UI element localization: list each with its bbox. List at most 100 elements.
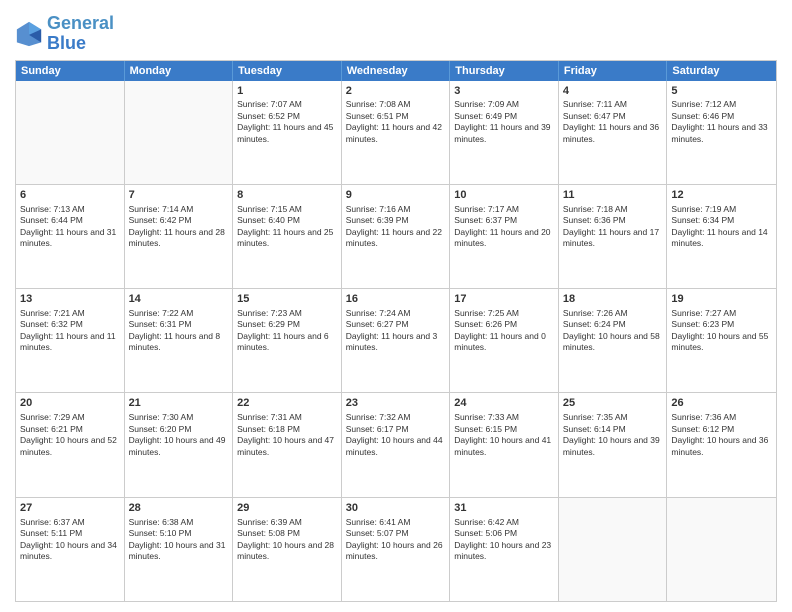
cell-info: Sunrise: 7:23 AM Sunset: 6:29 PM Dayligh…	[237, 308, 337, 354]
logo: General Blue	[15, 14, 114, 54]
calendar-cell: 18Sunrise: 7:26 AM Sunset: 6:24 PM Dayli…	[559, 289, 668, 392]
header: General Blue	[15, 10, 777, 54]
calendar-cell: 1Sunrise: 7:07 AM Sunset: 6:52 PM Daylig…	[233, 81, 342, 184]
day-number: 13	[20, 292, 120, 307]
cell-info: Sunrise: 7:31 AM Sunset: 6:18 PM Dayligh…	[237, 412, 337, 458]
calendar-cell: 29Sunrise: 6:39 AM Sunset: 5:08 PM Dayli…	[233, 498, 342, 601]
cell-info: Sunrise: 7:24 AM Sunset: 6:27 PM Dayligh…	[346, 308, 446, 354]
calendar-row: 6Sunrise: 7:13 AM Sunset: 6:44 PM Daylig…	[16, 185, 776, 289]
calendar-cell: 31Sunrise: 6:42 AM Sunset: 5:06 PM Dayli…	[450, 498, 559, 601]
calendar-cell	[125, 81, 234, 184]
calendar-cell: 3Sunrise: 7:09 AM Sunset: 6:49 PM Daylig…	[450, 81, 559, 184]
cell-info: Sunrise: 7:22 AM Sunset: 6:31 PM Dayligh…	[129, 308, 229, 354]
cell-info: Sunrise: 7:36 AM Sunset: 6:12 PM Dayligh…	[671, 412, 772, 458]
calendar-cell: 17Sunrise: 7:25 AM Sunset: 6:26 PM Dayli…	[450, 289, 559, 392]
calendar-cell: 15Sunrise: 7:23 AM Sunset: 6:29 PM Dayli…	[233, 289, 342, 392]
day-number: 26	[671, 396, 772, 411]
day-number: 5	[671, 84, 772, 99]
weekday-header: Thursday	[450, 61, 559, 81]
calendar-cell: 23Sunrise: 7:32 AM Sunset: 6:17 PM Dayli…	[342, 393, 451, 496]
calendar-cell: 30Sunrise: 6:41 AM Sunset: 5:07 PM Dayli…	[342, 498, 451, 601]
calendar: SundayMondayTuesdayWednesdayThursdayFrid…	[15, 60, 777, 602]
weekday-header: Friday	[559, 61, 668, 81]
day-number: 29	[237, 501, 337, 516]
cell-info: Sunrise: 6:37 AM Sunset: 5:11 PM Dayligh…	[20, 517, 120, 563]
cell-info: Sunrise: 6:42 AM Sunset: 5:06 PM Dayligh…	[454, 517, 554, 563]
calendar-cell: 21Sunrise: 7:30 AM Sunset: 6:20 PM Dayli…	[125, 393, 234, 496]
calendar-cell: 26Sunrise: 7:36 AM Sunset: 6:12 PM Dayli…	[667, 393, 776, 496]
cell-info: Sunrise: 7:17 AM Sunset: 6:37 PM Dayligh…	[454, 204, 554, 250]
day-number: 31	[454, 501, 554, 516]
cell-info: Sunrise: 7:18 AM Sunset: 6:36 PM Dayligh…	[563, 204, 663, 250]
calendar-cell: 27Sunrise: 6:37 AM Sunset: 5:11 PM Dayli…	[16, 498, 125, 601]
cell-info: Sunrise: 7:15 AM Sunset: 6:40 PM Dayligh…	[237, 204, 337, 250]
calendar-cell: 6Sunrise: 7:13 AM Sunset: 6:44 PM Daylig…	[16, 185, 125, 288]
day-number: 12	[671, 188, 772, 203]
calendar-cell: 4Sunrise: 7:11 AM Sunset: 6:47 PM Daylig…	[559, 81, 668, 184]
calendar-cell: 16Sunrise: 7:24 AM Sunset: 6:27 PM Dayli…	[342, 289, 451, 392]
calendar-cell: 14Sunrise: 7:22 AM Sunset: 6:31 PM Dayli…	[125, 289, 234, 392]
day-number: 18	[563, 292, 663, 307]
page: General Blue SundayMondayTuesdayWednesda…	[0, 0, 792, 612]
cell-info: Sunrise: 7:14 AM Sunset: 6:42 PM Dayligh…	[129, 204, 229, 250]
cell-info: Sunrise: 7:07 AM Sunset: 6:52 PM Dayligh…	[237, 99, 337, 145]
calendar-cell: 9Sunrise: 7:16 AM Sunset: 6:39 PM Daylig…	[342, 185, 451, 288]
calendar-cell: 19Sunrise: 7:27 AM Sunset: 6:23 PM Dayli…	[667, 289, 776, 392]
weekday-header: Wednesday	[342, 61, 451, 81]
cell-info: Sunrise: 7:26 AM Sunset: 6:24 PM Dayligh…	[563, 308, 663, 354]
day-number: 9	[346, 188, 446, 203]
day-number: 20	[20, 396, 120, 411]
day-number: 10	[454, 188, 554, 203]
calendar-cell: 12Sunrise: 7:19 AM Sunset: 6:34 PM Dayli…	[667, 185, 776, 288]
calendar-row: 1Sunrise: 7:07 AM Sunset: 6:52 PM Daylig…	[16, 81, 776, 185]
logo-text: General Blue	[47, 14, 114, 54]
calendar-body: 1Sunrise: 7:07 AM Sunset: 6:52 PM Daylig…	[16, 81, 776, 601]
cell-info: Sunrise: 7:12 AM Sunset: 6:46 PM Dayligh…	[671, 99, 772, 145]
day-number: 19	[671, 292, 772, 307]
cell-info: Sunrise: 7:13 AM Sunset: 6:44 PM Dayligh…	[20, 204, 120, 250]
day-number: 24	[454, 396, 554, 411]
day-number: 11	[563, 188, 663, 203]
day-number: 28	[129, 501, 229, 516]
cell-info: Sunrise: 7:29 AM Sunset: 6:21 PM Dayligh…	[20, 412, 120, 458]
cell-info: Sunrise: 7:08 AM Sunset: 6:51 PM Dayligh…	[346, 99, 446, 145]
day-number: 8	[237, 188, 337, 203]
calendar-cell	[16, 81, 125, 184]
cell-info: Sunrise: 7:16 AM Sunset: 6:39 PM Dayligh…	[346, 204, 446, 250]
day-number: 2	[346, 84, 446, 99]
calendar-cell: 5Sunrise: 7:12 AM Sunset: 6:46 PM Daylig…	[667, 81, 776, 184]
weekday-header: Saturday	[667, 61, 776, 81]
calendar-cell: 7Sunrise: 7:14 AM Sunset: 6:42 PM Daylig…	[125, 185, 234, 288]
day-number: 27	[20, 501, 120, 516]
day-number: 25	[563, 396, 663, 411]
day-number: 22	[237, 396, 337, 411]
calendar-cell	[667, 498, 776, 601]
calendar-cell: 28Sunrise: 6:38 AM Sunset: 5:10 PM Dayli…	[125, 498, 234, 601]
calendar-row: 13Sunrise: 7:21 AM Sunset: 6:32 PM Dayli…	[16, 289, 776, 393]
weekday-header: Sunday	[16, 61, 125, 81]
day-number: 14	[129, 292, 229, 307]
calendar-cell: 10Sunrise: 7:17 AM Sunset: 6:37 PM Dayli…	[450, 185, 559, 288]
calendar-row: 27Sunrise: 6:37 AM Sunset: 5:11 PM Dayli…	[16, 498, 776, 601]
cell-info: Sunrise: 7:33 AM Sunset: 6:15 PM Dayligh…	[454, 412, 554, 458]
cell-info: Sunrise: 6:38 AM Sunset: 5:10 PM Dayligh…	[129, 517, 229, 563]
day-number: 7	[129, 188, 229, 203]
calendar-cell: 24Sunrise: 7:33 AM Sunset: 6:15 PM Dayli…	[450, 393, 559, 496]
cell-info: Sunrise: 7:09 AM Sunset: 6:49 PM Dayligh…	[454, 99, 554, 145]
cell-info: Sunrise: 7:11 AM Sunset: 6:47 PM Dayligh…	[563, 99, 663, 145]
day-number: 4	[563, 84, 663, 99]
calendar-cell	[559, 498, 668, 601]
logo-icon	[15, 20, 43, 48]
day-number: 30	[346, 501, 446, 516]
day-number: 3	[454, 84, 554, 99]
day-number: 17	[454, 292, 554, 307]
cell-info: Sunrise: 6:39 AM Sunset: 5:08 PM Dayligh…	[237, 517, 337, 563]
day-number: 23	[346, 396, 446, 411]
day-number: 16	[346, 292, 446, 307]
calendar-cell: 20Sunrise: 7:29 AM Sunset: 6:21 PM Dayli…	[16, 393, 125, 496]
cell-info: Sunrise: 7:25 AM Sunset: 6:26 PM Dayligh…	[454, 308, 554, 354]
calendar-cell: 25Sunrise: 7:35 AM Sunset: 6:14 PM Dayli…	[559, 393, 668, 496]
calendar-cell: 2Sunrise: 7:08 AM Sunset: 6:51 PM Daylig…	[342, 81, 451, 184]
cell-info: Sunrise: 7:35 AM Sunset: 6:14 PM Dayligh…	[563, 412, 663, 458]
calendar-header: SundayMondayTuesdayWednesdayThursdayFrid…	[16, 61, 776, 81]
